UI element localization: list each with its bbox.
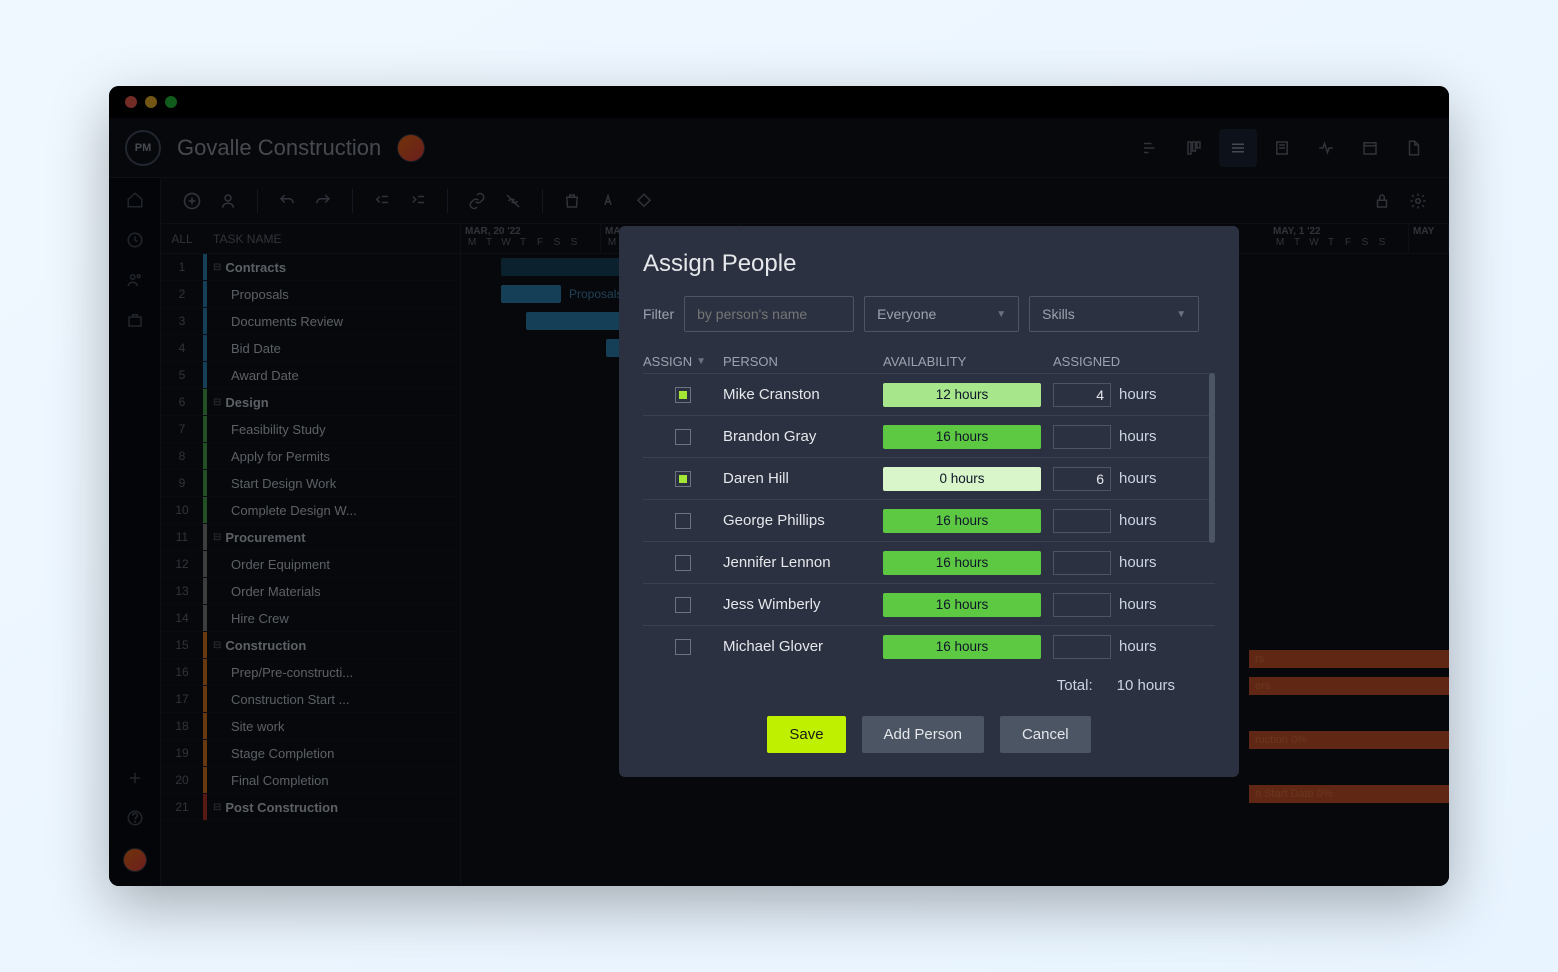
person-row: Daren Hill 0 hours hours <box>643 457 1215 499</box>
th-assign[interactable]: ASSIGN▼ <box>643 354 723 369</box>
assigned-hours-input[interactable] <box>1053 467 1111 491</box>
assign-checkbox[interactable] <box>675 555 691 571</box>
person-row: George Phillips 16 hours hours <box>643 499 1215 541</box>
assign-checkbox[interactable] <box>675 387 691 403</box>
chevron-down-icon: ▼ <box>1176 309 1186 320</box>
availability-pill: 16 hours <box>883 425 1041 449</box>
cancel-button[interactable]: Cancel <box>1000 716 1091 753</box>
availability-pill: 16 hours <box>883 551 1041 575</box>
select-label: Skills <box>1042 306 1075 322</box>
person-row: Jess Wimberly 16 hours hours <box>643 583 1215 625</box>
filter-row: Filter Everyone ▼ Skills ▼ <box>643 296 1215 332</box>
people-list: Mike Cranston 12 hours hours Brandon Gra… <box>643 373 1215 667</box>
assigned-hours-input[interactable] <box>1053 383 1111 407</box>
person-name: Brandon Gray <box>723 428 883 445</box>
hours-label: hours <box>1119 554 1157 571</box>
everyone-select[interactable]: Everyone ▼ <box>864 296 1019 332</box>
chevron-down-icon: ▼ <box>996 309 1006 320</box>
assign-checkbox[interactable] <box>675 471 691 487</box>
availability-pill: 0 hours <box>883 467 1041 491</box>
filter-label: Filter <box>643 306 674 322</box>
add-person-button[interactable]: Add Person <box>862 716 984 753</box>
assigned-hours-input[interactable] <box>1053 551 1111 575</box>
assigned-hours-input[interactable] <box>1053 509 1111 533</box>
availability-pill: 16 hours <box>883 593 1041 617</box>
scrollbar[interactable] <box>1209 373 1215 543</box>
skills-select[interactable]: Skills ▼ <box>1029 296 1199 332</box>
assign-checkbox[interactable] <box>675 429 691 445</box>
person-name: Michael Glover <box>723 638 883 655</box>
hours-label: hours <box>1119 596 1157 613</box>
filter-input[interactable] <box>684 296 854 332</box>
total-row: Total: 10 hours <box>643 667 1215 704</box>
person-name: Mike Cranston <box>723 386 883 403</box>
assigned-hours-input[interactable] <box>1053 593 1111 617</box>
person-row: Mike Cranston 12 hours hours <box>643 373 1215 415</box>
assign-checkbox[interactable] <box>675 597 691 613</box>
hours-label: hours <box>1119 386 1157 403</box>
availability-pill: 12 hours <box>883 383 1041 407</box>
person-name: Daren Hill <box>723 470 883 487</box>
availability-pill: 16 hours <box>883 509 1041 533</box>
total-label: Total: <box>1057 677 1093 694</box>
person-name: Jess Wimberly <box>723 596 883 613</box>
availability-pill: 16 hours <box>883 635 1041 659</box>
person-row: Brandon Gray 16 hours hours <box>643 415 1215 457</box>
hours-label: hours <box>1119 638 1157 655</box>
select-label: Everyone <box>877 306 936 322</box>
save-button[interactable]: Save <box>767 716 845 753</box>
person-row: Jennifer Lennon 16 hours hours <box>643 541 1215 583</box>
assign-checkbox[interactable] <box>675 639 691 655</box>
assign-people-modal: Assign People Filter Everyone ▼ Skills ▼… <box>619 226 1239 777</box>
total-value: 10 hours <box>1117 677 1175 694</box>
modal-title: Assign People <box>643 250 1215 278</box>
th-person[interactable]: PERSON <box>723 354 883 369</box>
person-row: Michael Glover 16 hours hours <box>643 625 1215 667</box>
sort-icon: ▼ <box>696 356 706 367</box>
hours-label: hours <box>1119 470 1157 487</box>
app-window: PM Govalle Construction <box>109 86 1449 886</box>
th-avail[interactable]: AVAILABILITY <box>883 354 1053 369</box>
th-assigned[interactable]: ASSIGNED <box>1053 354 1173 369</box>
person-name: Jennifer Lennon <box>723 554 883 571</box>
modal-actions: Save Add Person Cancel <box>643 716 1215 753</box>
hours-label: hours <box>1119 512 1157 529</box>
assigned-hours-input[interactable] <box>1053 425 1111 449</box>
assign-checkbox[interactable] <box>675 513 691 529</box>
people-table-header: ASSIGN▼ PERSON AVAILABILITY ASSIGNED <box>643 350 1215 373</box>
hours-label: hours <box>1119 428 1157 445</box>
assigned-hours-input[interactable] <box>1053 635 1111 659</box>
person-name: George Phillips <box>723 512 883 529</box>
